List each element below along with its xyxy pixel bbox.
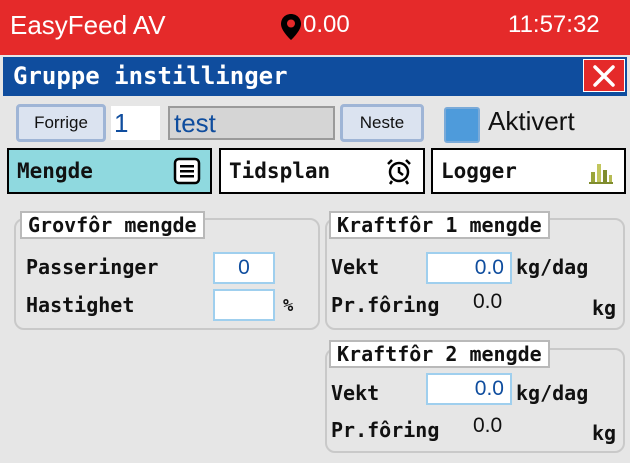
roughage-title: Grovfôr mengde	[20, 211, 205, 239]
group-number-field[interactable]: 1	[111, 106, 160, 140]
concentrate1-weight-unit: kg/dag	[516, 255, 589, 279]
close-button[interactable]	[583, 59, 625, 92]
tab-log[interactable]: Logger	[431, 148, 626, 194]
concentrate2-per-feed-value: 0.0	[473, 414, 503, 437]
concentrate1-title: Kraftfôr 1 mengde	[329, 211, 550, 239]
header-bar: Gruppe instillinger	[3, 57, 627, 96]
tab-amount[interactable]: Mengde	[7, 148, 212, 194]
concentrate1-per-feed-value: 0.0	[473, 290, 503, 313]
speed-field[interactable]	[213, 289, 275, 321]
speed-unit: %	[283, 296, 294, 316]
tab-amount-label: Mengde	[17, 159, 93, 183]
previous-button[interactable]: Forrige	[16, 104, 106, 142]
concentrate2-per-feed-label: Pr.fôring	[331, 418, 440, 442]
alarm-clock-icon	[387, 159, 411, 185]
bar-chart-icon	[589, 164, 613, 184]
concentrate1-per-feed-unit: kg	[592, 296, 617, 320]
concentrate2-per-feed-unit: kg	[592, 421, 617, 445]
passes-field[interactable]: 0	[213, 252, 275, 284]
active-checkbox[interactable]	[444, 107, 480, 143]
concentrate1-weight-label: Vekt	[331, 255, 380, 279]
tab-schedule-label: Tidsplan	[229, 159, 331, 183]
concentrate1-weight-field[interactable]: 0.0	[426, 252, 512, 284]
next-button[interactable]: Neste	[340, 104, 424, 142]
passes-label: Passeringer	[26, 255, 159, 279]
concentrate2-weight-unit: kg/dag	[516, 381, 589, 405]
close-icon	[593, 64, 615, 87]
active-label: Aktivert	[488, 106, 575, 136]
speed-label: Hastighet	[26, 293, 135, 317]
concentrate2-weight-field[interactable]: 0.0	[426, 373, 512, 405]
gps-value: 0.00	[303, 11, 350, 38]
concentrate2-title: Kraftfôr 2 mengde	[329, 340, 550, 368]
group-name-field[interactable]: test	[168, 106, 335, 140]
app-title: EasyFeed AV	[10, 10, 166, 40]
clock: 11:57:32	[508, 11, 600, 38]
location-pin-icon	[281, 14, 301, 40]
concentrate2-weight-label: Vekt	[331, 381, 380, 405]
title-bar: EasyFeed AV 0.00 11:57:32	[0, 0, 630, 55]
list-icon	[173, 157, 201, 185]
page-title: Gruppe instillinger	[13, 62, 288, 90]
tab-schedule[interactable]: Tidsplan	[219, 148, 425, 194]
concentrate1-per-feed-label: Pr.fôring	[331, 293, 440, 317]
tab-log-label: Logger	[441, 159, 517, 183]
